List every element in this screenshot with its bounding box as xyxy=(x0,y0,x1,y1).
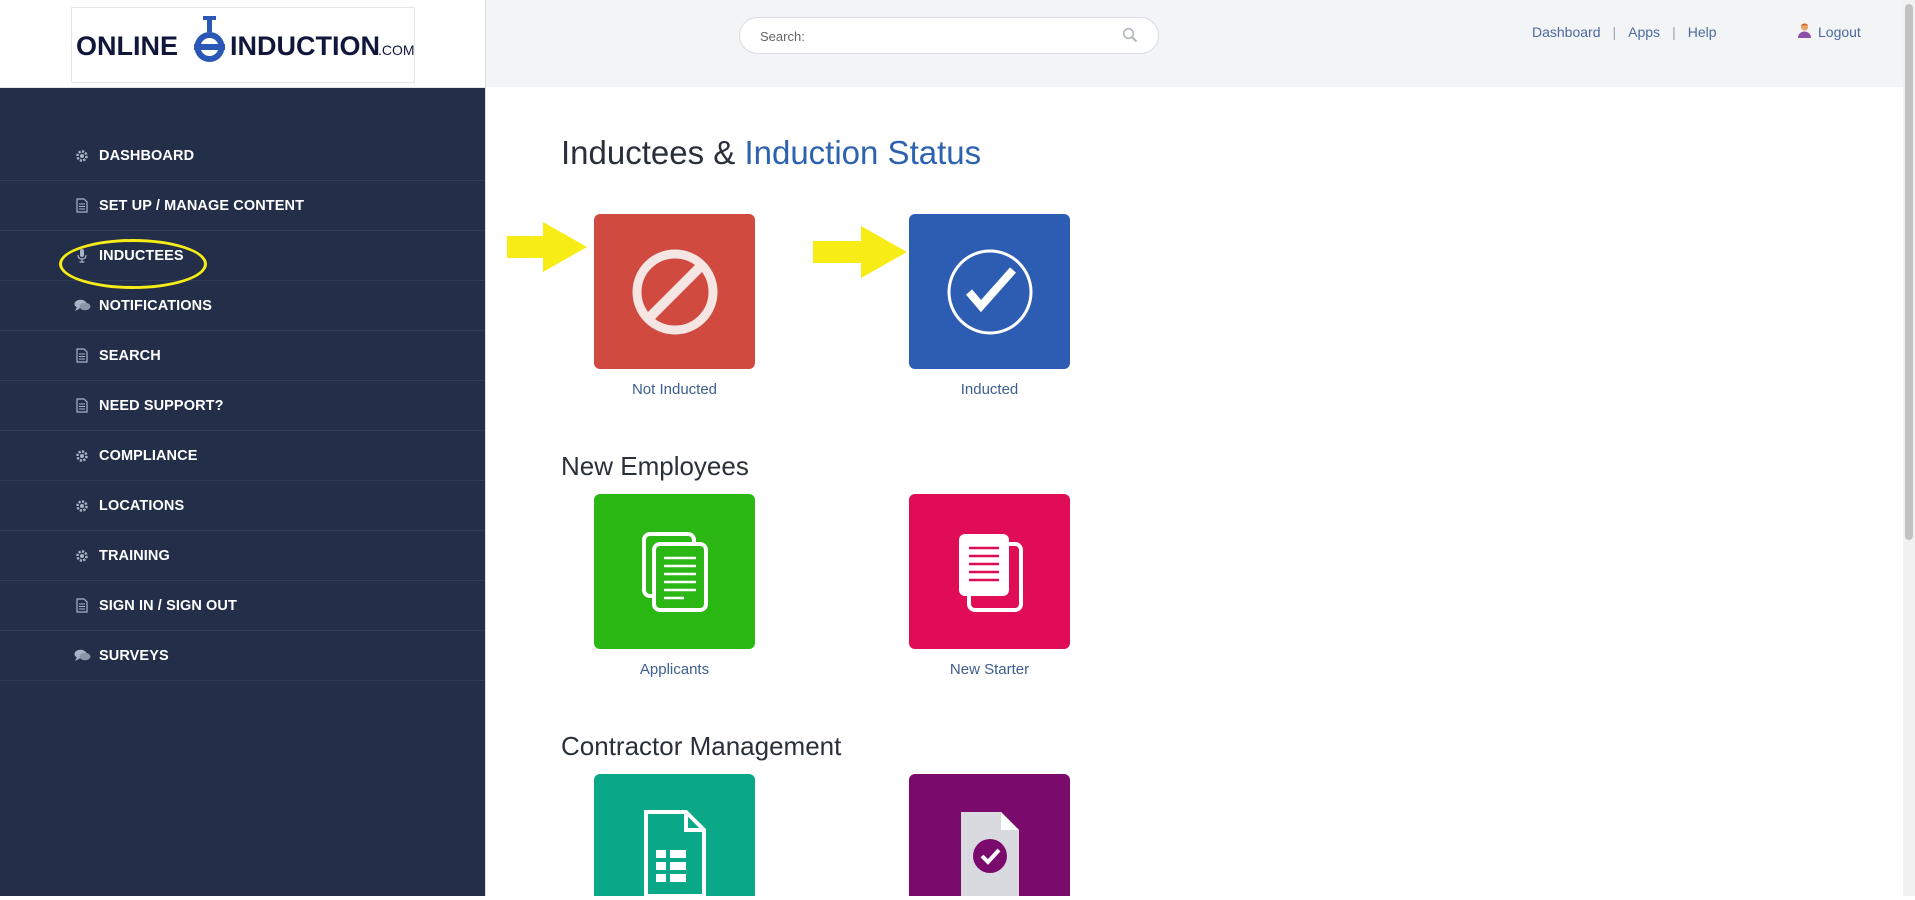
document-icon xyxy=(73,397,91,415)
section-title-contractor-management: Contractor Management xyxy=(561,731,842,761)
document-check-icon xyxy=(960,812,1019,896)
sidebar-item-sign-in-out[interactable]: SIGN IN / SIGN OUT xyxy=(0,581,485,631)
documents-icon xyxy=(641,531,708,612)
page-title-prefix: Inductees & xyxy=(561,134,736,171)
logout-button[interactable]: Logout xyxy=(1797,22,1861,42)
tile-contractor-approvals[interactable] xyxy=(909,774,1070,896)
svg-text:.COM: .COM xyxy=(378,42,414,58)
sidebar-item-dashboard[interactable]: DASHBOARD xyxy=(0,131,485,181)
sidebar-item-locations[interactable]: LOCATIONS xyxy=(0,481,485,531)
check-circle-icon xyxy=(947,249,1032,334)
sidebar-item-label: NEED SUPPORT? xyxy=(99,397,224,414)
page-title: Inductees & Induction Status xyxy=(561,134,981,172)
tile-label-inducted[interactable]: Inducted xyxy=(909,381,1070,398)
logout-label: Logout xyxy=(1818,24,1861,40)
sidebar-item-training[interactable]: TRAINING xyxy=(0,531,485,581)
sidebar-item-label: LOCATIONS xyxy=(99,497,185,514)
gear-icon xyxy=(73,547,91,565)
section-title-new-employees: New Employees xyxy=(561,451,749,481)
logo-icon: ONLINE INDUCTION .COM xyxy=(76,16,414,62)
separator: | xyxy=(1672,24,1676,40)
scrollbar[interactable] xyxy=(1903,0,1915,896)
separator: | xyxy=(1612,24,1617,40)
document-icon xyxy=(73,597,91,615)
gear-icon xyxy=(73,497,91,515)
gear-icon xyxy=(73,447,91,465)
documents-icon xyxy=(958,533,1023,612)
chat-icon xyxy=(73,297,91,315)
gear-icon xyxy=(73,147,91,165)
top-links: Dashboard | Apps | Help xyxy=(1532,24,1717,40)
top-link-apps[interactable]: Apps xyxy=(1628,24,1660,40)
search-label: Search: xyxy=(760,29,805,44)
chat-icon xyxy=(73,647,91,665)
top-link-help[interactable]: Help xyxy=(1688,24,1717,40)
sidebar-item-inductees[interactable]: INDUCTEES xyxy=(0,231,485,281)
arrow-icon xyxy=(813,226,907,278)
sidebar-item-label: COMPLIANCE xyxy=(99,447,198,464)
logo-area: ONLINE INDUCTION .COM xyxy=(0,0,485,88)
tile-label-not-inducted[interactable]: Not Inducted xyxy=(594,381,755,398)
page-title-accent: Induction Status xyxy=(744,134,982,171)
user-icon xyxy=(1797,22,1812,42)
sidebar: ONLINE INDUCTION .COM DASHBOARD SET UP /… xyxy=(0,0,486,896)
sidebar-nav: DASHBOARD SET UP / MANAGE CONTENT INDUCT… xyxy=(0,131,485,681)
document-icon xyxy=(73,197,91,215)
scrollbar-thumb[interactable] xyxy=(1905,4,1913,540)
tile-label-applicants[interactable]: Applicants xyxy=(594,661,755,678)
search-input[interactable] xyxy=(810,24,1114,50)
sidebar-item-notifications[interactable]: NOTIFICATIONS xyxy=(0,281,485,331)
sidebar-item-label: TRAINING xyxy=(99,547,170,564)
sidebar-item-label: SEARCH xyxy=(99,347,161,364)
document-icon xyxy=(73,347,91,365)
top-link-dashboard[interactable]: Dashboard xyxy=(1532,24,1601,40)
search-icon[interactable] xyxy=(1122,27,1138,48)
microphone-icon xyxy=(73,247,91,265)
sidebar-item-need-support[interactable]: NEED SUPPORT? xyxy=(0,381,485,431)
sidebar-item-surveys[interactable]: SURVEYS xyxy=(0,631,485,681)
sidebar-item-label: SURVEYS xyxy=(99,647,169,664)
logo[interactable]: ONLINE INDUCTION .COM xyxy=(71,7,415,83)
sidebar-item-label: INDUCTEES xyxy=(99,247,184,264)
search-box[interactable]: Search: xyxy=(739,17,1159,54)
sidebar-item-setup[interactable]: SET UP / MANAGE CONTENT xyxy=(0,181,485,231)
top-bar: Search: Dashboard | Apps | Help Logout xyxy=(486,0,1915,87)
tile-inducted[interactable] xyxy=(909,214,1070,369)
tile-contractor-forms[interactable] xyxy=(594,774,755,898)
sidebar-item-label: NOTIFICATIONS xyxy=(99,297,212,314)
sidebar-item-label: SIGN IN / SIGN OUT xyxy=(99,597,237,614)
tile-applicants[interactable] xyxy=(594,494,755,649)
sidebar-item-compliance[interactable]: COMPLIANCE xyxy=(0,431,485,481)
svg-text:ONLINE: ONLINE xyxy=(76,31,178,61)
no-entry-icon xyxy=(632,249,717,334)
tile-not-inducted[interactable] xyxy=(594,214,755,369)
tile-label-new-starter[interactable]: New Starter xyxy=(909,661,1070,678)
arrow-icon xyxy=(507,222,587,272)
sidebar-item-search[interactable]: SEARCH xyxy=(0,331,485,381)
sidebar-item-label: DASHBOARD xyxy=(99,147,195,164)
sidebar-item-label: SET UP / MANAGE CONTENT xyxy=(99,197,305,214)
svg-text:INDUCTION: INDUCTION xyxy=(230,31,380,61)
tile-new-starter[interactable] xyxy=(909,494,1070,649)
spreadsheet-icon xyxy=(643,810,706,898)
